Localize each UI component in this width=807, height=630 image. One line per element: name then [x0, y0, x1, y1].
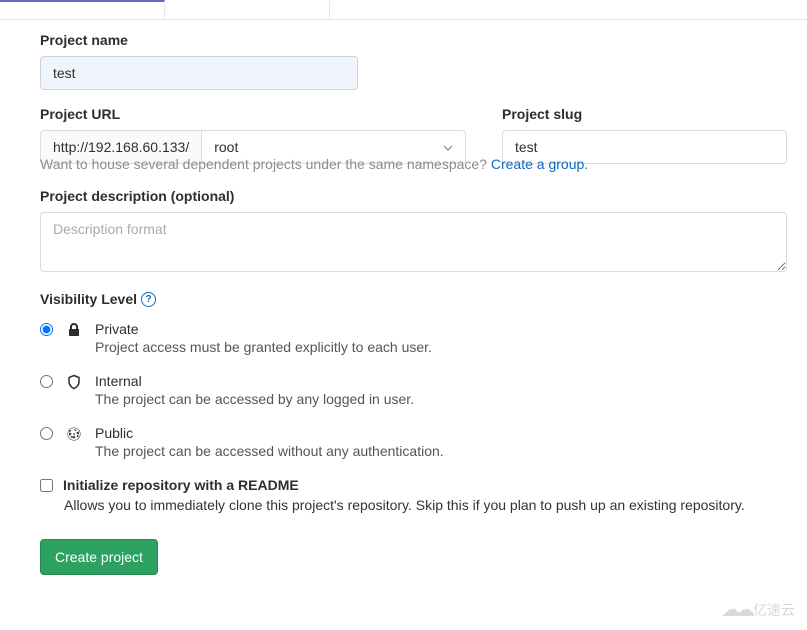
- project-slug-label: Project slug: [502, 106, 787, 122]
- tab-other[interactable]: [165, 0, 330, 19]
- init-readme-desc: Allows you to immediately clone this pro…: [64, 497, 787, 513]
- cloud-icon: ☁☁: [721, 597, 749, 622]
- init-readme-row[interactable]: Initialize repository with a README: [40, 477, 787, 493]
- visibility-option-public[interactable]: Public The project can be accessed witho…: [40, 425, 787, 459]
- init-readme-checkbox[interactable]: [40, 479, 53, 492]
- option-desc: The project can be accessed by any logge…: [95, 391, 787, 407]
- help-icon[interactable]: ?: [141, 292, 156, 307]
- visibility-label: Visibility Level ?: [40, 291, 156, 307]
- project-name-input[interactable]: [40, 56, 358, 90]
- watermark: ☁☁ 亿速云: [721, 597, 795, 622]
- lock-icon: [65, 322, 83, 338]
- option-desc: Project access must be granted explicitl…: [95, 339, 787, 355]
- radio-public[interactable]: [40, 427, 53, 440]
- option-title: Public: [95, 425, 787, 441]
- globe-icon: [65, 426, 83, 442]
- create-group-link[interactable]: Create a group.: [491, 156, 588, 172]
- init-readme-label: Initialize repository with a README: [63, 477, 299, 493]
- project-url-label: Project URL: [40, 106, 466, 122]
- project-name-label: Project name: [40, 32, 787, 48]
- radio-private[interactable]: [40, 323, 53, 336]
- tab-bar: [0, 0, 807, 20]
- tab-active[interactable]: [0, 0, 165, 19]
- shield-icon: [65, 374, 83, 390]
- create-project-button[interactable]: Create project: [40, 539, 158, 575]
- chevron-down-icon: [443, 140, 453, 154]
- radio-internal[interactable]: [40, 375, 53, 388]
- description-input[interactable]: [40, 212, 787, 272]
- visibility-option-internal[interactable]: Internal The project can be accessed by …: [40, 373, 787, 407]
- namespace-value: root: [214, 139, 238, 155]
- option-title: Private: [95, 321, 787, 337]
- visibility-option-private[interactable]: Private Project access must be granted e…: [40, 321, 787, 355]
- description-label: Project description (optional): [40, 188, 787, 204]
- new-project-form: Project name Project URL http://192.168.…: [0, 32, 807, 575]
- option-desc: The project can be accessed without any …: [95, 443, 787, 459]
- option-title: Internal: [95, 373, 787, 389]
